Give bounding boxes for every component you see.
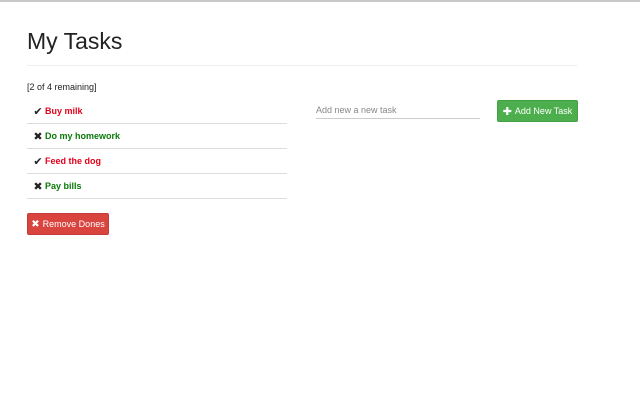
task-item[interactable]: ✖ Do my homework (27, 124, 287, 149)
check-icon[interactable]: ✔ (33, 105, 43, 118)
task-label: Feed the dog (45, 156, 101, 166)
x-icon[interactable]: ✖ (33, 180, 43, 193)
check-icon[interactable]: ✔ (33, 155, 43, 168)
plus-icon: ✚ (502, 105, 512, 118)
remaining-count: [2 of 4 remaining] (27, 82, 97, 92)
task-label: Do my homework (45, 131, 121, 141)
page-title: My Tasks (27, 28, 123, 54)
task-item[interactable]: ✔ Buy milk (27, 99, 287, 124)
top-border (0, 0, 640, 2)
x-icon[interactable]: ✖ (33, 130, 43, 143)
remove-dones-label: Remove Dones (42, 219, 105, 229)
task-list: ✔ Buy milk ✖ Do my homework ✔ Feed the d… (27, 99, 287, 199)
new-task-input[interactable] (316, 101, 480, 119)
task-item[interactable]: ✖ Pay bills (27, 174, 287, 199)
task-label: Buy milk (45, 106, 83, 116)
remove-dones-button[interactable]: ✖ Remove Dones (27, 213, 109, 235)
task-item[interactable]: ✔ Feed the dog (27, 149, 287, 174)
task-label: Pay bills (45, 181, 82, 191)
remove-icon: ✖ (31, 218, 40, 230)
add-new-task-label: Add New Task (514, 106, 573, 116)
add-new-task-button[interactable]: ✚ Add New Task (497, 100, 578, 122)
title-divider (27, 65, 577, 66)
